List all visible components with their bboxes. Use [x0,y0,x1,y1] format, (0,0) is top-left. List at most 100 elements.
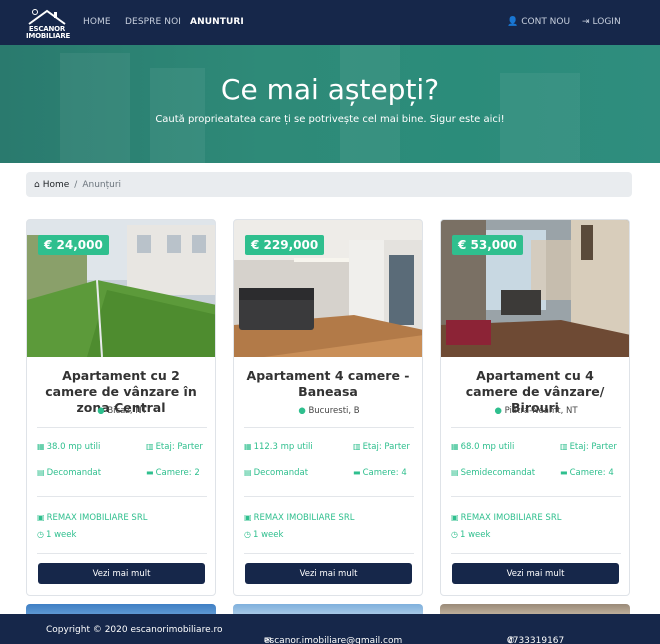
feature-layout: ▤ Decomandat [244,468,308,478]
posted-time-text: 1 week [252,530,284,540]
logo-text-line2: IMOBILIARE [26,32,71,40]
agency: ▣ REMAX IMOBILIARE SRL [244,513,354,523]
building-icon: ▥ [146,442,154,451]
listing-location: ● Bicaz, NT [27,406,215,416]
clock-icon: ◷ [37,530,44,539]
price-badge: € 229,000 [245,235,325,255]
footer-phone-text: 0733319167 [507,636,565,644]
hero-title: Ce mai aștepți? [220,73,440,106]
posted-time: ◷ 1 week [37,530,76,540]
user-plus-icon: 👤 [507,17,519,27]
building-icon: ▥ [353,442,361,451]
feature-layout: ▤ Semidecomandat [451,468,535,478]
grid-icon: ▦ [244,442,252,451]
feature-layout-text: Decomandat [253,468,309,478]
nav-register[interactable]: 👤 CONT NOU [507,17,570,27]
briefcase-icon: ▣ [244,513,252,522]
listing-photo[interactable]: € 53,000 [441,220,629,357]
posted-time: ◷ 1 week [244,530,283,540]
agency: ▣ REMAX IMOBILIARE SRL [37,513,147,523]
bed-icon: ▬ [146,468,154,477]
feature-rooms-text: Camere: 4 [569,468,614,478]
divider [37,553,207,554]
divider [37,427,207,428]
divider [244,427,414,428]
divider [244,496,414,497]
bed-icon: ▬ [353,468,361,477]
listing-photo[interactable]: € 229,000 [234,220,422,357]
briefcase-icon: ▣ [37,513,45,522]
feature-area: ▦ 68.0 mp utili [451,442,514,452]
view-more-button[interactable]: Vezi mai mult [245,563,412,584]
calendar-icon: ▤ [244,468,252,477]
feature-floor-text: Etaj: Parter [155,442,203,452]
feature-layout: ▤ Decomandat [37,468,101,478]
divider [451,496,621,497]
feature-floor: ▥ Etaj: Parter [353,442,410,452]
building-icon: ▥ [560,442,568,451]
divider [451,553,621,554]
feature-rooms: ▬ Camere: 4 [560,468,614,478]
feature-area: ▦ 112.3 mp utili [244,442,313,452]
listing-location: ● Piatra-Neamt, NT [441,406,629,416]
feature-rooms: ▬ Camere: 4 [353,468,407,478]
location-text: Bucuresti, B [308,406,360,416]
hero-banner: Ce mai aștepți? Caută proprieatatea care… [0,45,660,163]
view-more-button[interactable]: Vezi mai mult [452,563,619,584]
price-badge: € 53,000 [452,235,523,255]
feature-floor-text: Etaj: Parter [362,442,410,452]
grid-icon: ▦ [451,442,459,451]
feature-layout-text: Semidecomandat [460,468,536,478]
breadcrumb-home[interactable]: Home [43,180,70,190]
view-more-button[interactable]: Vezi mai mult [38,563,205,584]
feature-area: ▦ 38.0 mp utili [37,442,100,452]
agency: ▣ REMAX IMOBILIARE SRL [451,513,561,523]
listing-photo[interactable]: € 24,000 [27,220,215,357]
nav-login-label: LOGIN [592,17,621,27]
hero-subtitle: Caută proprieatatea care ți se potriveșt… [155,114,505,125]
footer-email-text: escanor.imobiliare@gmail.com [264,636,403,644]
agency-text: REMAX IMOBILIARE SRL [460,513,562,523]
calendar-icon: ▤ [451,468,459,477]
location-text: Bicaz, NT [107,406,147,416]
bed-icon: ▬ [560,468,568,477]
feature-rooms-text: Camere: 2 [155,468,200,478]
feature-area-text: 112.3 mp utili [253,442,313,452]
listing-card: € 24,000 Apartament cu 2 camere de vânza… [26,219,216,596]
clock-icon: ◷ [451,530,458,539]
nav-register-label: CONT NOU [521,17,571,27]
posted-time-text: 1 week [45,530,77,540]
nav-listings[interactable]: ANUNTURI [190,17,244,27]
calendar-icon: ▤ [37,468,45,477]
agency-text: REMAX IMOBILIARE SRL [46,513,148,523]
listing-card: € 53,000 Apartament cu 4 camere de vânza… [440,219,630,596]
feature-rooms-text: Camere: 4 [362,468,407,478]
house-logo-icon [28,9,66,25]
nav-about[interactable]: DESPRE NOI [125,17,181,27]
listing-title[interactable]: Apartament 4 camere - Baneasa [242,368,414,400]
feature-area-text: 38.0 mp utili [46,442,101,452]
sign-in-icon: ⇥ [582,17,590,27]
divider [451,427,621,428]
nav-home[interactable]: HOME [83,17,111,27]
navbar: ESCANOR IMOBILIARE HOME DESPRE NOI ANUNT… [0,0,660,45]
brand-logo[interactable]: ESCANOR IMOBILIARE [26,8,71,40]
divider [37,496,207,497]
footer-copyright: Copyright © 2020 escanorimobiliare.ro [46,625,223,635]
home-icon: ⌂ [34,179,40,190]
briefcase-icon: ▣ [451,513,459,522]
footer: Copyright © 2020 escanorimobiliare.ro ✉ … [0,614,660,644]
location-text: Piatra-Neamt, NT [504,406,578,416]
posted-time: ◷ 1 week [451,530,490,540]
feature-layout-text: Decomandat [46,468,102,478]
feature-floor-text: Etaj: Parter [569,442,617,452]
map-marker-icon: ● [494,406,502,416]
nav-login[interactable]: ⇥ LOGIN [582,17,621,27]
agency-text: REMAX IMOBILIARE SRL [253,513,355,523]
divider [244,553,414,554]
clock-icon: ◷ [244,530,251,539]
breadcrumb-separator: / [74,179,78,190]
listing-location: ● Bucuresti, B [234,406,422,416]
feature-floor: ▥ Etaj: Parter [146,442,203,452]
map-marker-icon: ● [97,406,105,416]
